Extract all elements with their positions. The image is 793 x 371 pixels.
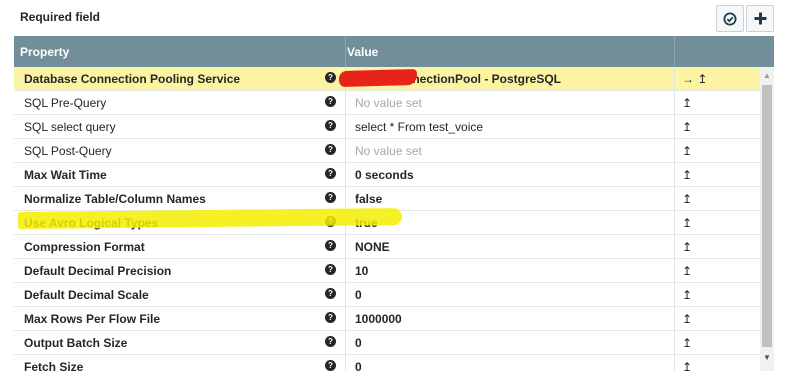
- row-actions-icons[interactable]: ↥: [682, 192, 692, 206]
- row-actions-icons[interactable]: ↥: [682, 216, 692, 230]
- table-row[interactable]: Max Wait Time? 0 seconds ↥: [14, 163, 760, 187]
- property-name: Compression Format: [24, 240, 145, 254]
- row-actions-icons[interactable]: ↥: [682, 336, 692, 350]
- property-name: Default Decimal Scale: [24, 288, 149, 302]
- plus-icon: [754, 12, 766, 25]
- property-value[interactable]: No value set: [355, 144, 422, 158]
- cell-divider: [674, 67, 675, 91]
- property-value[interactable]: 0: [355, 360, 362, 371]
- row-actions-icons[interactable]: ↥: [682, 168, 692, 182]
- table-row[interactable]: SQL Post-Query? No value set ↥: [14, 139, 760, 163]
- help-icon[interactable]: ?: [325, 336, 336, 347]
- property-value[interactable]: NONE: [355, 240, 390, 254]
- table-row[interactable]: Max Rows Per Flow File? 1000000 ↥: [14, 307, 760, 331]
- table-row[interactable]: Default Decimal Precision? 10 ↥: [14, 259, 760, 283]
- column-divider[interactable]: [345, 36, 346, 67]
- property-name: Fetch Size: [24, 360, 84, 371]
- required-field-label: Required field: [20, 10, 101, 24]
- property-value[interactable]: 1000000: [355, 312, 402, 326]
- property-name: Normalize Table/Column Names: [24, 192, 206, 206]
- table-row[interactable]: Fetch Size? 0 ↥: [14, 355, 760, 371]
- cell-divider: [674, 139, 675, 163]
- row-actions-icons[interactable]: ↥: [682, 144, 692, 158]
- row-actions-icons[interactable]: ↥: [682, 312, 692, 326]
- property-name: Database Connection Pooling Service: [24, 72, 241, 86]
- cell-divider: [674, 211, 675, 235]
- toolbar: Required field: [0, 0, 793, 36]
- property-value[interactable]: false: [355, 192, 382, 206]
- column-divider[interactable]: [674, 36, 675, 67]
- table-row[interactable]: SQL select query? select * From test_voic…: [14, 115, 760, 139]
- help-icon[interactable]: ?: [325, 144, 336, 155]
- property-value[interactable]: select * From test_voice: [355, 120, 483, 134]
- row-actions-icons[interactable]: ↥: [682, 360, 692, 371]
- property-name: Output Batch Size: [24, 336, 128, 350]
- cell-divider: [674, 259, 675, 283]
- property-value[interactable]: No value set: [355, 96, 422, 110]
- cell-divider: [674, 355, 675, 371]
- row-actions-icons[interactable]: ↥: [682, 264, 692, 278]
- help-icon[interactable]: ?: [325, 96, 336, 107]
- table-row[interactable]: Default Decimal Scale? 0 ↥: [14, 283, 760, 307]
- add-property-button[interactable]: [746, 5, 774, 32]
- cell-divider: [345, 355, 346, 371]
- cell-divider: [674, 115, 675, 139]
- scroll-thumb[interactable]: [762, 85, 772, 347]
- cell-divider: [345, 139, 346, 163]
- help-icon[interactable]: ?: [325, 120, 336, 131]
- table-header: Property Value: [14, 36, 774, 67]
- table-row[interactable]: Output Batch Size? 0 ↥: [14, 331, 760, 355]
- verify-button[interactable]: [716, 5, 744, 32]
- property-value[interactable]: 0: [355, 336, 362, 350]
- help-icon[interactable]: ?: [325, 360, 336, 371]
- column-header-property[interactable]: Property: [20, 45, 69, 59]
- table-row[interactable]: Compression Format? NONE ↥: [14, 235, 760, 259]
- scroll-down-arrow-icon[interactable]: ▼: [760, 353, 774, 362]
- row-actions-icons[interactable]: → ↥: [682, 72, 707, 86]
- row-actions-icons[interactable]: ↥: [682, 288, 692, 302]
- cell-divider: [345, 91, 346, 115]
- cell-divider: [674, 163, 675, 187]
- cell-divider: [674, 283, 675, 307]
- property-name: Max Wait Time: [24, 168, 107, 182]
- help-icon[interactable]: ?: [325, 168, 336, 179]
- cell-divider: [674, 91, 675, 115]
- properties-table: Property Value Database Connection Pooli…: [14, 36, 774, 371]
- check-circle-icon: [723, 12, 737, 25]
- property-name: Max Rows Per Flow File: [24, 312, 161, 326]
- column-header-value[interactable]: Value: [347, 45, 378, 59]
- row-actions-icons[interactable]: ↥: [682, 120, 692, 134]
- cell-divider: [345, 283, 346, 307]
- property-value[interactable]: 0 seconds: [355, 168, 414, 182]
- scroll-up-arrow-icon[interactable]: ▲: [760, 71, 774, 80]
- property-value[interactable]: 0: [355, 288, 362, 302]
- table-row[interactable]: SQL Pre-Query? No value set ↥: [14, 91, 760, 115]
- property-name: SQL Pre-Query: [24, 96, 107, 110]
- help-icon[interactable]: ?: [325, 312, 336, 323]
- cell-divider: [345, 187, 346, 211]
- row-actions-icons[interactable]: ↥: [682, 96, 692, 110]
- cell-divider: [345, 331, 346, 355]
- property-name: SQL select query: [24, 120, 116, 134]
- help-icon[interactable]: ?: [325, 72, 336, 83]
- vertical-scrollbar[interactable]: ▲ ▼: [760, 67, 774, 371]
- row-actions-icons[interactable]: ↥: [682, 240, 692, 254]
- help-icon[interactable]: ?: [325, 240, 336, 251]
- red-redaction-mark: [338, 68, 418, 88]
- help-icon[interactable]: ?: [325, 288, 336, 299]
- cell-divider: [674, 331, 675, 355]
- help-icon[interactable]: ?: [325, 264, 336, 275]
- help-icon[interactable]: ?: [325, 192, 336, 203]
- cell-divider: [674, 235, 675, 259]
- cell-divider: [345, 307, 346, 331]
- cell-divider: [674, 187, 675, 211]
- cell-divider: [345, 163, 346, 187]
- cell-divider: [345, 259, 346, 283]
- property-name: Default Decimal Precision: [24, 264, 172, 278]
- property-name: SQL Post-Query: [24, 144, 112, 158]
- cell-divider: [345, 235, 346, 259]
- property-value[interactable]: 10: [355, 264, 368, 278]
- cell-divider: [674, 307, 675, 331]
- cell-divider: [345, 115, 346, 139]
